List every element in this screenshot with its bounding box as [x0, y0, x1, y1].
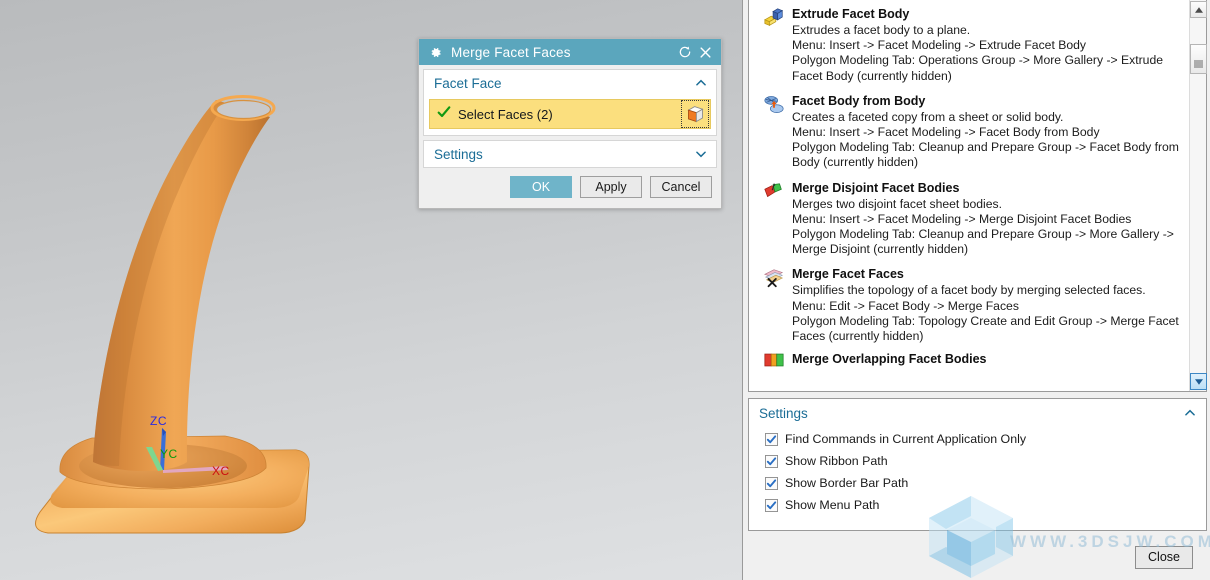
axis-label-xc: XC — [212, 464, 230, 478]
scroll-up-arrow-icon[interactable] — [1190, 1, 1207, 18]
setting-show-menu-path[interactable]: Show Menu Path — [765, 494, 1206, 516]
command-menu-path: Menu: Insert -> Facet Modeling -> Extrud… — [792, 38, 1086, 53]
dialog-footer: OK Apply Cancel — [419, 168, 721, 208]
command-description: Simplifies the topology of a facet body … — [792, 283, 1146, 298]
command-menu-path: Menu: Insert -> Facet Modeling -> Merge … — [792, 211, 1132, 226]
command-ribbon-path: Polygon Modeling Tab: Cleanup and Prepar… — [792, 227, 1174, 257]
command-ribbon-path: Polygon Modeling Tab: Operations Group -… — [792, 53, 1164, 83]
group-settings-header[interactable]: Settings — [424, 141, 716, 167]
command-list[interactable]: Extrude Facet Body Extrudes a facet body… — [749, 0, 1189, 391]
group-settings-label: Settings — [434, 146, 483, 162]
command-description: Extrudes a facet body to a plane. — [792, 23, 971, 37]
settings-section: Settings Find Commands in Current Applic… — [748, 398, 1207, 531]
dialog-body: Facet Face Select Faces (2) Settings — [419, 65, 721, 168]
list-item[interactable]: Merge Disjoint Facet Bodies Merges two d… — [749, 176, 1189, 263]
list-item-text: Merge Overlapping Facet Bodies — [792, 351, 1183, 368]
command-name: Extrude Facet Body — [792, 7, 910, 21]
panel-footer: Close — [743, 535, 1210, 580]
list-item[interactable]: Facet Body from Body Creates a faceted c… — [749, 89, 1189, 176]
list-item-text: Extrude Facet Body Extrudes a facet body… — [792, 6, 1183, 84]
gear-icon — [428, 45, 443, 60]
setting-show-border-bar-path[interactable]: Show Border Bar Path — [765, 472, 1206, 494]
list-item-text: Merge Disjoint Facet Bodies Merges two d… — [792, 180, 1183, 258]
settings-options: Find Commands in Current Application Onl… — [749, 427, 1206, 516]
checkbox-checked-icon[interactable] — [765, 476, 778, 490]
scroll-thumb[interactable] — [1190, 44, 1207, 74]
select-body-cube-icon[interactable] — [681, 100, 709, 128]
close-icon[interactable] — [696, 43, 714, 61]
list-item-text: Facet Body from Body Creates a faceted c… — [792, 93, 1183, 171]
list-item[interactable]: Merge Overlapping Facet Bodies — [749, 349, 1189, 373]
merge-facet-faces-dialog: Merge Facet Faces Facet Face Select Face… — [418, 38, 722, 209]
command-list-scrollbar[interactable] — [1189, 0, 1207, 391]
chevron-down-icon — [694, 147, 708, 161]
apply-button[interactable]: Apply — [580, 176, 642, 198]
close-button[interactable]: Close — [1135, 546, 1193, 569]
command-ribbon-path: Polygon Modeling Tab: Cleanup and Prepar… — [792, 140, 1179, 170]
reset-icon[interactable] — [676, 43, 694, 61]
dialog-title-bar[interactable]: Merge Facet Faces — [419, 39, 721, 65]
axis-label-zc: ZC — [150, 414, 167, 428]
setting-show-ribbon-path[interactable]: Show Ribbon Path — [765, 450, 1206, 472]
select-faces-label: Select Faces (2) — [458, 106, 553, 122]
chevron-up-icon — [1183, 406, 1197, 420]
group-facet-face-header[interactable]: Facet Face — [424, 70, 716, 96]
command-menu-path: Menu: Edit -> Facet Body -> Merge Faces — [792, 298, 1019, 313]
setting-label: Show Menu Path — [785, 498, 880, 512]
checkbox-checked-icon[interactable] — [765, 454, 778, 468]
setting-find-commands-current-app[interactable]: Find Commands in Current Application Onl… — [765, 428, 1206, 450]
setting-label: Show Border Bar Path — [785, 476, 909, 490]
list-item[interactable]: Merge Facet Faces Simplifies the topolog… — [749, 262, 1189, 349]
group-facet-face: Facet Face Select Faces (2) — [423, 69, 717, 136]
merge-overlapping-facet-bodies-icon — [763, 352, 785, 367]
list-item[interactable]: Extrude Facet Body Extrudes a facet body… — [749, 2, 1189, 89]
checkbox-checked-icon[interactable] — [765, 432, 778, 446]
extrude-facet-body-icon — [763, 7, 785, 29]
green-check-icon — [436, 104, 456, 125]
checkbox-checked-icon[interactable] — [765, 498, 778, 512]
group-facet-face-content: Select Faces (2) — [424, 96, 716, 135]
command-menu-path: Menu: Insert -> Facet Modeling -> Facet … — [792, 125, 1100, 140]
dialog-title: Merge Facet Faces — [451, 44, 571, 60]
select-faces-row[interactable]: Select Faces (2) — [429, 99, 711, 129]
axis-label-yc: YC — [160, 447, 178, 461]
cancel-button[interactable]: Cancel — [650, 176, 712, 198]
setting-label: Find Commands in Current Application Onl… — [785, 432, 1027, 446]
command-finder-panel: Extrude Facet Body Extrudes a facet body… — [742, 0, 1210, 580]
command-description: Creates a faceted copy from a sheet or s… — [792, 109, 1064, 124]
setting-label: Show Ribbon Path — [785, 454, 888, 468]
scroll-thumb-grip — [1194, 55, 1203, 68]
command-list-container: Extrude Facet Body Extrudes a facet body… — [748, 0, 1207, 392]
merge-disjoint-facet-bodies-icon — [763, 181, 785, 203]
settings-header[interactable]: Settings — [749, 399, 1206, 427]
facet-body-from-body-icon — [763, 94, 785, 116]
command-name: Merge Facet Faces — [792, 267, 904, 282]
group-facet-face-label: Facet Face — [434, 75, 502, 91]
settings-title: Settings — [759, 405, 808, 421]
ok-button[interactable]: OK — [510, 176, 572, 198]
command-name: Merge Overlapping Facet Bodies — [792, 352, 987, 367]
command-description: Merges two disjoint facet sheet bodies. — [792, 196, 1003, 211]
command-name: Facet Body from Body — [792, 93, 926, 108]
scroll-down-arrow-icon[interactable] — [1190, 373, 1207, 390]
command-ribbon-path: Polygon Modeling Tab: Topology Create an… — [792, 313, 1179, 344]
command-name: Merge Disjoint Facet Bodies — [792, 180, 960, 195]
chevron-up-icon — [694, 76, 708, 90]
merge-facet-faces-icon — [763, 267, 785, 289]
list-item-text: Merge Facet Faces Simplifies the topolog… — [792, 266, 1183, 344]
group-settings: Settings — [423, 140, 717, 168]
